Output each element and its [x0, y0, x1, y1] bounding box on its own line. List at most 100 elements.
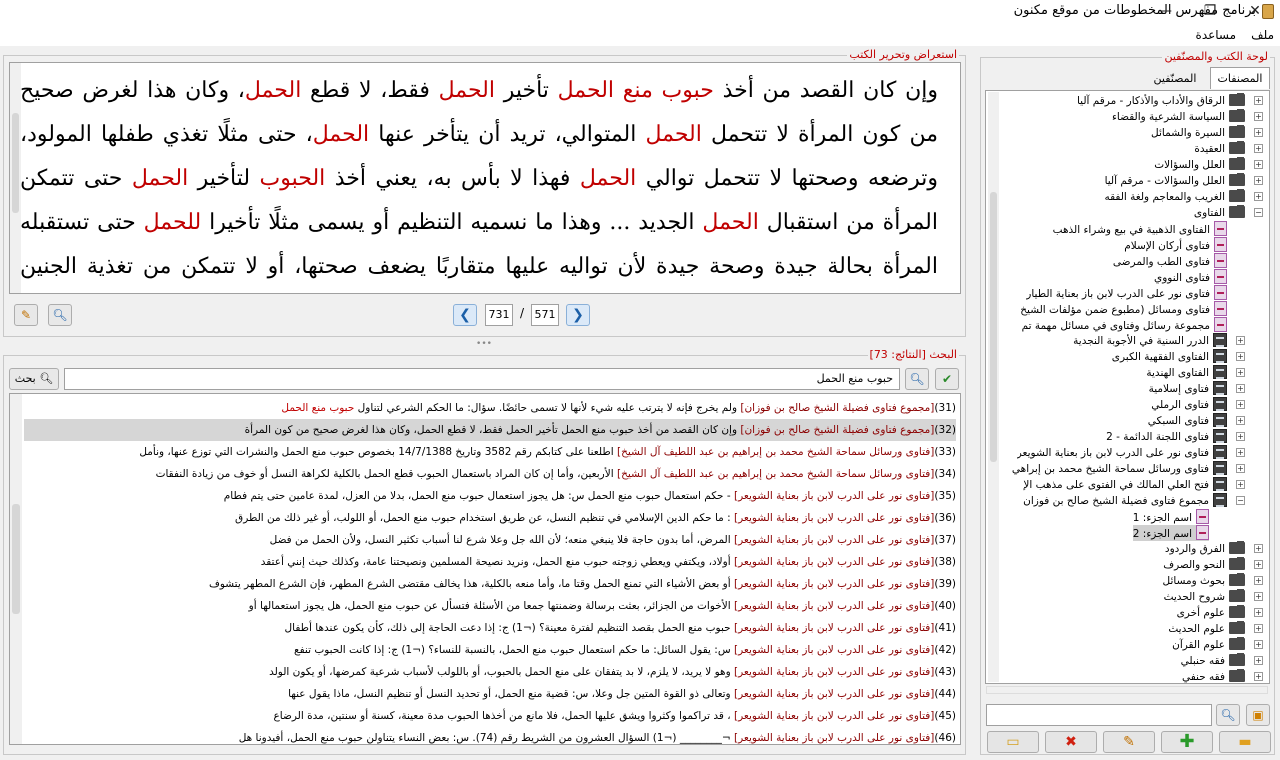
expand-icon[interactable]: + — [1236, 368, 1245, 377]
expand-icon[interactable]: + — [1254, 176, 1263, 185]
search-button[interactable]: 🔍︎ بحث — [9, 368, 59, 390]
tree-book[interactable]: فتاوى النووي — [1154, 269, 1227, 285]
expand-icon[interactable]: + — [1254, 640, 1263, 649]
viewer-scrollbar[interactable] — [10, 63, 21, 293]
result-row[interactable]: (35)[فتاوى نور على الدرب لابن باز بعناية… — [24, 485, 956, 507]
result-row[interactable]: (34)[فتاوى ورسائل سماحة الشيخ محمد بن إب… — [24, 463, 956, 485]
search-input[interactable]: حبوب منع الحمل — [64, 368, 900, 390]
tree-book[interactable]: فتاوى نور على الدرب لابن باز بعناية الشو… — [1017, 445, 1227, 461]
tree-category[interactable]: الفتاوى — [1194, 205, 1245, 221]
tree-scrollbar[interactable] — [988, 92, 999, 682]
result-row[interactable]: (40)[فتاوى نور على الدرب لابن باز بعناية… — [24, 595, 956, 617]
tree-category[interactable]: السيرة والشمائل — [1151, 125, 1245, 141]
maximize-button[interactable]: ❐ — [1187, 0, 1233, 22]
expand-icon[interactable]: + — [1236, 352, 1245, 361]
tree-book[interactable]: فتاوى الطب والمرضى — [1113, 253, 1227, 269]
tree-book[interactable]: مجموع فتاوى فضيلة الشيخ صالح بن فوزان — [1023, 493, 1227, 509]
expand-icon[interactable]: + — [1236, 416, 1245, 425]
tree-book[interactable]: فتح العلي المالك في الفتوى على مذهب الإ — [1023, 477, 1227, 493]
expand-icon[interactable]: + — [1236, 336, 1245, 345]
tree-category[interactable]: الغريب والمعاجم ولغة الفقه — [1104, 189, 1245, 205]
expand-icon[interactable]: + — [1254, 192, 1263, 201]
page-current[interactable]: 571 — [531, 304, 559, 326]
close-window-button[interactable]: ✕ — [1232, 0, 1278, 22]
collapse-icon[interactable]: − — [1236, 496, 1245, 505]
tab-works[interactable]: المصنفات — [1210, 67, 1270, 89]
result-row[interactable]: (41)[فتاوى نور على الدرب لابن باز بعناية… — [24, 617, 956, 639]
tree-book[interactable]: فتاوى إسلامية — [1149, 381, 1227, 397]
result-row[interactable]: (42)[فتاوى نور على الدرب لابن باز بعناية… — [24, 639, 956, 661]
tree-category[interactable]: شروح الحديث — [1164, 589, 1245, 605]
tree-book[interactable]: فتاوى أركان الإسلام — [1124, 237, 1227, 253]
result-row[interactable]: (43)[فتاوى نور على الدرب لابن باز بعناية… — [24, 661, 956, 683]
tree-category[interactable]: فقه حنبلي — [1181, 653, 1245, 669]
tree-category[interactable]: النحو والصرف — [1163, 557, 1245, 573]
delete-button[interactable]: ✖ — [1045, 731, 1097, 753]
tree-book[interactable]: اسم الجزء: 1 — [1133, 509, 1209, 525]
tree-category[interactable]: السياسة الشرعية والقضاء — [1112, 109, 1245, 125]
open-folder-button[interactable]: ▣ — [1246, 704, 1270, 726]
tree-book[interactable]: الفتاوى الهندية — [1146, 365, 1227, 381]
search-scope-button[interactable]: ✔ — [935, 368, 959, 390]
expand-icon[interactable]: + — [1254, 144, 1263, 153]
tree-book[interactable]: فتاوى ورسائل سماحة الشيخ محمد بن إبراهي — [1012, 461, 1227, 477]
result-row[interactable]: (37)[فتاوى نور على الدرب لابن باز بعناية… — [24, 529, 956, 551]
expand-icon[interactable]: + — [1236, 448, 1245, 457]
library-search-button[interactable]: 🔍︎ — [1216, 704, 1240, 726]
results-scroll-thumb[interactable] — [12, 504, 20, 614]
search-options-button[interactable]: 🔍︎ — [905, 368, 929, 390]
tree-scroll-thumb[interactable] — [990, 192, 997, 462]
tree-book[interactable]: فتاوى نور على الدرب لابن باز بعناية الطي… — [1026, 285, 1227, 301]
edit-button[interactable]: ✎ — [1103, 731, 1155, 753]
expand-icon[interactable]: + — [1254, 624, 1263, 633]
expand-icon[interactable]: + — [1236, 480, 1245, 489]
result-row[interactable]: (36)[فتاوى نور على الدرب لابن باز بعناية… — [24, 507, 956, 529]
tree-category[interactable]: العلل والسؤالات - مرقم آليا — [1105, 173, 1245, 189]
prev-page-button[interactable]: ❮ — [453, 304, 477, 326]
result-row[interactable]: (46)[فتاوى نور على الدرب لابن باز بعناية… — [24, 727, 956, 744]
tree-category[interactable]: فقه حنفي — [1182, 669, 1245, 683]
tree-category[interactable]: علوم القرآن — [1172, 637, 1245, 653]
book-viewer[interactable]: وإن كان القصد من أخذ حبوب منع الحمل تأخي… — [9, 62, 961, 294]
tree-book[interactable]: فتاوى ومسائل (مطبوع ضمن مؤلفات الشيخ — [1020, 301, 1227, 317]
expand-icon[interactable]: + — [1254, 560, 1263, 569]
minimize-button[interactable]: — — [1142, 0, 1188, 22]
expand-icon[interactable]: + — [1254, 576, 1263, 585]
tree-category[interactable]: علوم الحديث — [1168, 621, 1245, 637]
tree-category[interactable]: العقيدة — [1194, 141, 1245, 157]
tree-category[interactable]: العلل والسؤالات — [1154, 157, 1245, 173]
zoom-search-button[interactable]: 🔍︎ — [48, 304, 72, 326]
result-row[interactable]: (44)[فتاوى نور على الدرب لابن باز بعناية… — [24, 683, 956, 705]
tree-category[interactable]: علوم أخرى — [1177, 605, 1245, 621]
menu-help[interactable]: مساعدة — [1192, 25, 1243, 42]
result-row[interactable]: (31)[مجموع فتاوى فضيلة الشيخ صالح بن فوز… — [24, 397, 956, 419]
tab-authors[interactable]: المصنّفين — [1140, 68, 1210, 90]
tree-book[interactable]: الفتاوى الذهبية في بيع وشراء الذهب — [1053, 221, 1227, 237]
result-row[interactable]: (39)[فتاوى نور على الدرب لابن باز بعناية… — [24, 573, 956, 595]
tree-hscrollbar[interactable] — [986, 686, 1268, 694]
result-row[interactable]: (45)[فتاوى نور على الدرب لابن باز بعناية… — [24, 705, 957, 727]
tree-book[interactable]: فتاوى الرملي — [1151, 397, 1227, 413]
expand-icon[interactable]: + — [1254, 656, 1263, 665]
splitter-handle[interactable]: ••• — [474, 340, 494, 349]
expand-icon[interactable]: + — [1236, 400, 1245, 409]
tree-book[interactable]: الدرر السنية في الأجوبة النجدية — [1073, 333, 1227, 349]
expand-icon[interactable]: + — [1254, 544, 1263, 553]
new-folder-button[interactable]: ▬ — [1219, 731, 1271, 753]
result-row[interactable]: (33)[فتاوى ورسائل سماحة الشيخ محمد بن إب… — [24, 441, 956, 463]
collapse-icon[interactable]: − — [1254, 208, 1263, 217]
add-button[interactable]: ✚ — [1161, 731, 1213, 753]
expand-icon[interactable]: + — [1254, 608, 1263, 617]
tree-book[interactable]: مجموعة رسائل وفتاوى في مسائل مهمة تم — [1022, 317, 1227, 333]
tree-book[interactable]: اسم الجزء: 2 — [1132, 525, 1209, 541]
book-tree[interactable]: الرقاق والأداب والأذكار - مرقم آليا + السي… — [985, 90, 1270, 684]
expand-icon[interactable]: + — [1236, 384, 1245, 393]
result-row[interactable]: (32)[مجموع فتاوى فضيلة الشيخ صالح بن فوز… — [24, 419, 956, 441]
expand-icon[interactable]: + — [1254, 96, 1263, 105]
next-page-button[interactable]: ❯ — [566, 304, 590, 326]
expand-icon[interactable]: + — [1254, 112, 1263, 121]
tree-category[interactable]: الفرق والردود — [1165, 541, 1245, 557]
tree-book[interactable]: فتاوى اللجنة الدائمة - 2 — [1106, 429, 1227, 445]
library-filter-input[interactable] — [986, 704, 1212, 726]
tree-category[interactable]: الرقاق والأداب والأذكار - مرقم آليا — [1077, 93, 1245, 109]
